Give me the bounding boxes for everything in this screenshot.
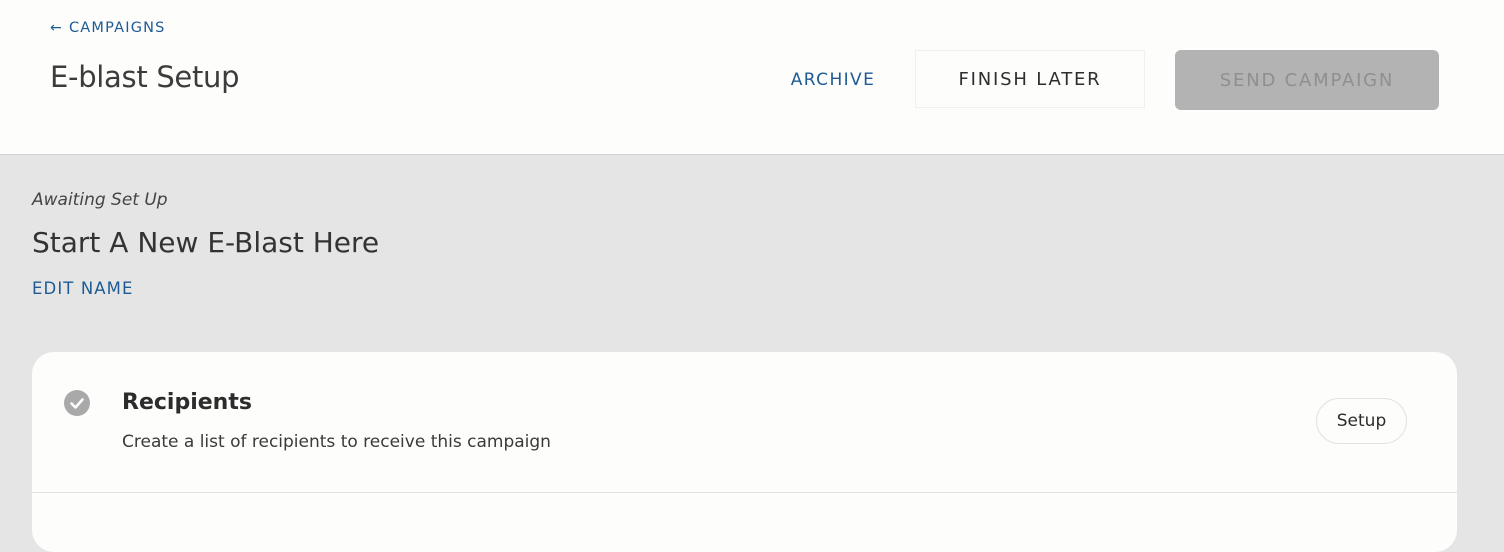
archive-button[interactable]: ARCHIVE (772, 52, 894, 108)
step-description: Create a list of recipients to receive t… (122, 432, 551, 452)
back-arrow-icon: ← (50, 20, 63, 36)
step-recipients: Recipients Create a list of recipients t… (32, 352, 1457, 493)
page-header: ← CAMPAIGNS E-blast Setup ARCHIVE FINISH… (0, 0, 1504, 155)
edit-name-link[interactable]: EDIT NAME (32, 279, 134, 298)
finish-later-button[interactable]: FINISH LATER (915, 50, 1145, 108)
back-link-label: CAMPAIGNS (68, 20, 166, 36)
recipients-setup-button[interactable]: Setup (1316, 398, 1407, 444)
send-campaign-button[interactable]: SEND CAMPAIGN (1175, 50, 1439, 110)
step-title: Recipients (122, 390, 252, 415)
back-to-campaigns-link[interactable]: ← CAMPAIGNS (50, 20, 166, 36)
setup-steps-card: Recipients Create a list of recipients t… (32, 352, 1457, 552)
campaign-name: Start A New E-Blast Here (32, 226, 380, 259)
campaign-status: Awaiting Set Up (32, 190, 168, 210)
check-circle-icon (64, 390, 90, 416)
page-title: E-blast Setup (50, 60, 240, 94)
